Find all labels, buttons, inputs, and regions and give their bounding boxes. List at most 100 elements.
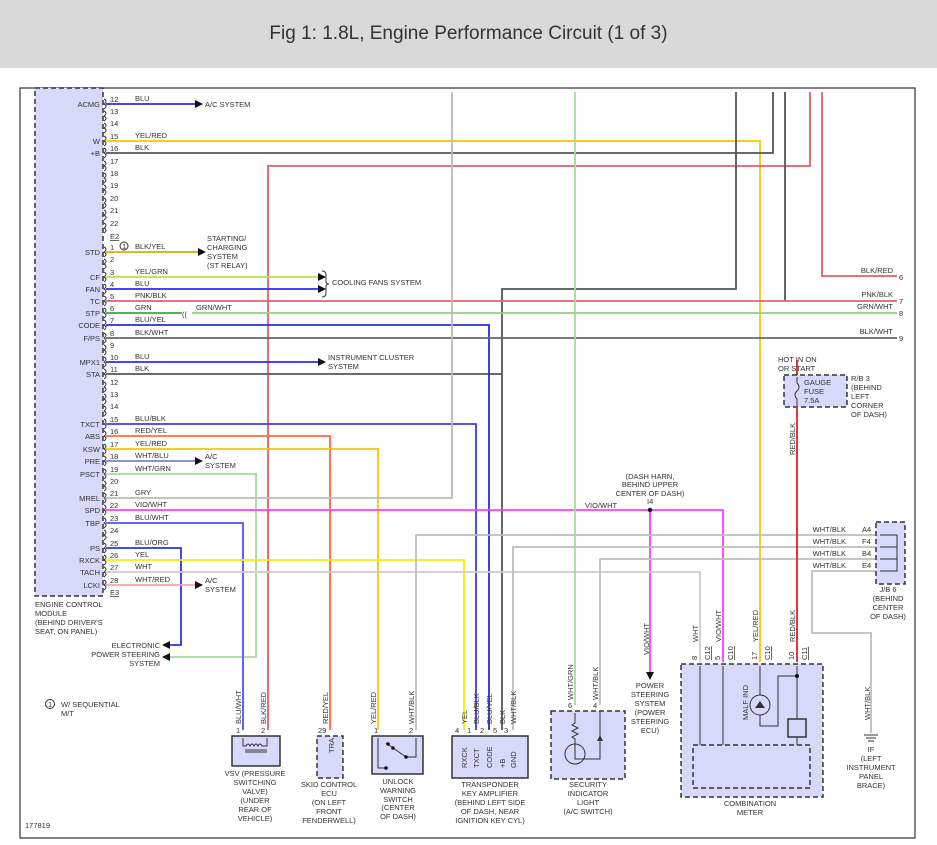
ecm-terminal-acmg: ACMG (78, 100, 101, 109)
transponder-terminal-label: CODE (485, 746, 494, 768)
ecm-wire-label: BLU/WHT (135, 513, 169, 522)
ecm-pin-number: 13 (110, 390, 118, 399)
ecm-wire-label: BLU/YEL (135, 315, 166, 324)
svg-text:MALF IND: MALF IND (741, 684, 750, 720)
ecm-connector-e3: E3 (110, 588, 119, 597)
svg-text:INSTRUMENT: INSTRUMENT (846, 763, 896, 772)
arrow-icon (162, 653, 170, 661)
svg-text:IGNITION KEY CYL): IGNITION KEY CYL) (455, 816, 525, 825)
ecm-pin-number: 17 (110, 440, 118, 449)
pin-connector-icon (103, 430, 107, 442)
svg-text:VIO/WHT: VIO/WHT (585, 501, 617, 510)
ecm-pin-number: 28 (110, 576, 118, 585)
ecm-terminal-std: STD (85, 248, 101, 257)
ecm-pin-number: 14 (110, 402, 118, 411)
meter-pin-number: 10 (787, 652, 796, 660)
transponder-wire-label: WHT/BLK (509, 691, 518, 724)
svg-text:PANEL: PANEL (859, 772, 883, 781)
svg-text:1: 1 (48, 700, 52, 709)
svg-text:2: 2 (261, 726, 265, 735)
ecm-wire-label: PNK/BLK (135, 291, 167, 300)
tbp-wire (106, 522, 244, 730)
ecm-pin-number: 25 (110, 539, 118, 548)
pin-connector-icon (103, 283, 107, 295)
blk-red-6-wire (821, 92, 897, 277)
ecm-pin-number: 19 (110, 181, 118, 190)
svg-text:29: 29 (318, 726, 326, 735)
arrow-icon (195, 100, 203, 108)
meter-pin-number: 5 (713, 656, 722, 660)
ecm-terminal-w: W (93, 137, 101, 146)
transponder-wire-label: BLU/YEL (485, 693, 494, 724)
svg-text:(BEHIND DRIVER'S: (BEHIND DRIVER'S (35, 618, 103, 627)
svg-text:R/B 3: R/B 3 (851, 374, 870, 383)
ecm-pin-number: 2 (110, 255, 114, 264)
arrow-icon (646, 672, 654, 680)
meter-pin-number: 17 (750, 652, 759, 660)
ecm-pin-number: 19 (110, 465, 118, 474)
svg-text:STARTING/: STARTING/ (207, 234, 247, 243)
ecm-pin-number: 12 (110, 95, 118, 104)
power-steering-ecu-label: POWER STEERING SYSTEM (POWER STEERING EC… (631, 681, 670, 735)
figure-number: 177819 (25, 821, 50, 830)
svg-text:ECU): ECU) (641, 726, 660, 735)
ecm-wire-label: BLU/ORG (135, 538, 169, 547)
ecm-pin-number: 16 (110, 427, 118, 436)
pin-connector-icon (103, 147, 107, 159)
ecm-pin-number: 24 (110, 526, 118, 535)
svg-text:(BEHIND: (BEHIND (851, 383, 882, 392)
ecm-wire-label: GRY (135, 488, 151, 497)
ecm-wire-label: BLU (135, 352, 150, 361)
pin-connector-icon (103, 405, 107, 417)
svg-text:IF: IF (868, 745, 875, 754)
ecm-terminal-mpx1: MPX1 (80, 358, 100, 367)
ecm-terminal-tach: TACH (80, 568, 100, 577)
ecm-pin-number: 26 (110, 551, 118, 560)
ecm-pin-number: 27 (110, 563, 118, 572)
svg-text:STEERING: STEERING (631, 717, 670, 726)
ecm-pin-number: 22 (110, 219, 118, 228)
svg-text:BLK/RED: BLK/RED (861, 266, 894, 275)
svg-text:CORNER: CORNER (851, 401, 884, 410)
ecm-wire-label: BLK (135, 143, 149, 152)
meter-connector-label: C11 (800, 647, 809, 660)
pin-connector-icon (103, 271, 107, 283)
ecm-terminal-tbp: TBP (85, 519, 100, 528)
svg-text:9: 9 (899, 334, 903, 343)
meter-wire-label: WHT (691, 625, 700, 642)
ecm-wire-label: VIO/WHT (135, 500, 167, 509)
ac-system-label: A/C SYSTEM (205, 100, 250, 109)
ecm-terminal-txct: TXCT (80, 420, 100, 429)
arrow-icon (162, 641, 170, 649)
jb6-label: J/B 6(BEHIND CENTEROF DASH) (870, 585, 906, 621)
ecm-wire-label: WHT/BLU (135, 451, 169, 460)
pin-connector-icon (103, 381, 107, 393)
ecm-pin-number: 23 (110, 514, 118, 523)
ecm-wire-label: BLU (135, 94, 150, 103)
pin-connector-icon (103, 443, 107, 455)
svg-text:LEFT: LEFT (851, 392, 870, 401)
svg-text:SYSTEM: SYSTEM (129, 659, 160, 668)
fuse-location: R/B 3(BEHIND LEFTCORNER OF DASH) (851, 374, 887, 419)
instrument-cluster-label: INSTRUMENT CLUSTER SYSTEM (328, 353, 415, 371)
svg-text:BLK/RED: BLK/RED (259, 691, 268, 724)
svg-text:SEAT, ON PANEL): SEAT, ON PANEL) (35, 627, 98, 636)
pin-connector-icon (103, 517, 107, 529)
pin-connector-icon (103, 222, 107, 234)
arrow-icon (318, 285, 326, 293)
svg-text:SYSTEM: SYSTEM (207, 252, 238, 261)
svg-text:PNK/BLK: PNK/BLK (861, 290, 893, 299)
meter-connector-label: C12 (703, 646, 712, 660)
svg-text:1: 1 (374, 726, 378, 735)
svg-text:WHT/BLK: WHT/BLK (813, 549, 846, 558)
svg-text:(BEHIND: (BEHIND (873, 594, 904, 603)
ecm-pin-number: 6 (110, 304, 114, 313)
meter-wire-label: VIO/WHT (714, 610, 723, 642)
ecm-wire-label: YEL/RED (135, 131, 168, 140)
svg-text:BRACE): BRACE) (857, 781, 886, 790)
ecm-wire-label: BLK (135, 364, 149, 373)
wires (106, 92, 897, 733)
svg-text:FUSE: FUSE (804, 387, 824, 396)
svg-text:VALVE): VALVE) (242, 787, 268, 796)
ecm-terminal-spd: SPD (85, 506, 101, 515)
